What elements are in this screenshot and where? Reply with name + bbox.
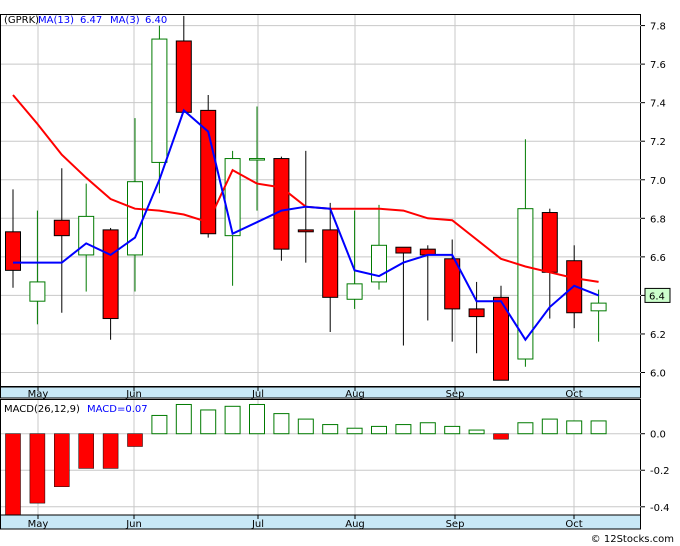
macd-bar-down bbox=[102, 433, 119, 469]
ma13-value: 6.47 bbox=[80, 15, 102, 26]
price-tick-label: 7.6 bbox=[650, 60, 666, 71]
macd-bar-up bbox=[200, 409, 217, 435]
price-tick-label: 6.2 bbox=[650, 330, 666, 341]
ma13-label: MA(13) bbox=[38, 15, 74, 26]
candle-body-down bbox=[5, 231, 21, 271]
macd-month-label: Jun bbox=[125, 519, 142, 530]
candle-body-down bbox=[53, 219, 70, 237]
macd-bar-up bbox=[541, 418, 558, 435]
ma3-label: MA(3) bbox=[110, 15, 140, 26]
macd-bar-up bbox=[590, 420, 607, 435]
macd-month-label: May bbox=[28, 519, 49, 530]
macd-bar-up bbox=[346, 427, 363, 435]
macd-bar-up bbox=[151, 414, 168, 435]
macd-tick-label: -0.4 bbox=[650, 503, 670, 514]
symbol-label: (GPRK) bbox=[4, 15, 39, 26]
price-frame bbox=[0, 14, 641, 387]
macd-month-label: Oct bbox=[565, 519, 582, 530]
candle-body-up bbox=[249, 158, 265, 161]
stock-chart: 6.06.26.46.66.87.07.27.47.67.86.4MayJunJ… bbox=[0, 0, 680, 546]
macd-month-axis bbox=[0, 514, 641, 530]
macd-bar-down bbox=[127, 433, 143, 447]
price-tick-label: 6.8 bbox=[650, 214, 666, 225]
candle-body-down bbox=[297, 229, 314, 233]
price-month-label: May bbox=[28, 389, 49, 400]
candle bbox=[493, 285, 509, 381]
price-tick-label: 7.4 bbox=[650, 99, 666, 110]
macd-bar-up bbox=[249, 403, 265, 435]
candle-body-up bbox=[127, 181, 143, 256]
candle-body-up bbox=[78, 215, 95, 256]
price-tick-label: 6.6 bbox=[650, 253, 666, 264]
candle bbox=[273, 156, 290, 261]
price-month-label: Jun bbox=[125, 389, 142, 400]
candle-body-down bbox=[273, 158, 290, 250]
chart-canvas: 6.06.26.46.66.87.07.27.47.67.86.4MayJunJ… bbox=[0, 14, 671, 530]
price-tick-label: 6.0 bbox=[650, 369, 666, 380]
macd-bar-down bbox=[54, 433, 70, 487]
price-month-axis bbox=[0, 386, 641, 399]
price-month-label: Jul bbox=[251, 389, 264, 400]
macd-bar-down bbox=[5, 433, 21, 517]
macd-bar-up bbox=[322, 424, 339, 435]
macd-tick-label: 0.0 bbox=[650, 430, 666, 441]
candle-body-down bbox=[322, 229, 339, 298]
macd-bar-up bbox=[224, 405, 241, 435]
price-month-label: Aug bbox=[345, 389, 365, 400]
macd-bar-up bbox=[175, 403, 192, 435]
candle-body-down bbox=[468, 308, 485, 318]
price-panel: 6.06.26.46.66.87.07.27.47.67.86.4MayJunJ… bbox=[0, 14, 671, 400]
macd-tick-label: -0.2 bbox=[650, 466, 670, 477]
candle-body-down bbox=[175, 40, 192, 113]
macd-bar-up bbox=[371, 425, 387, 435]
macd-frame bbox=[0, 399, 641, 516]
macd-value-label: MACD=0.07 bbox=[87, 404, 148, 415]
macd-bar-up bbox=[273, 413, 290, 435]
ma3-value: 6.40 bbox=[145, 15, 167, 26]
price-tick-label: 7.0 bbox=[650, 176, 666, 187]
candle-body-down bbox=[395, 246, 412, 254]
macd-bar-up bbox=[566, 420, 583, 435]
macd-bar-up bbox=[395, 424, 412, 435]
candle-body-up bbox=[590, 302, 607, 312]
credit-text: © 12Stocks.com bbox=[590, 534, 674, 545]
macd-bar-down bbox=[78, 433, 94, 469]
last-price-tag-label: 6.4 bbox=[649, 291, 665, 302]
macd-params-label: MACD(26,12,9) bbox=[4, 404, 80, 415]
candle-body-up bbox=[151, 38, 168, 163]
price-tick-label: 7.2 bbox=[650, 137, 666, 148]
price-tick-label: 7.8 bbox=[650, 22, 666, 33]
candle-body-up bbox=[29, 281, 46, 302]
macd-bar-down bbox=[493, 433, 509, 440]
price-month-label: Oct bbox=[565, 389, 582, 400]
price-month-label: Sep bbox=[446, 389, 465, 400]
macd-month-label: Sep bbox=[446, 519, 465, 530]
macd-bar-up bbox=[517, 422, 534, 435]
macd-bar-up bbox=[297, 418, 314, 435]
candle-body-down bbox=[200, 109, 217, 235]
candle-body-up bbox=[517, 208, 534, 360]
candle-body-down bbox=[541, 212, 558, 273]
macd-month-label: Jul bbox=[251, 519, 264, 530]
macd-header: MACD(26,12,9) MACD=0.07 bbox=[4, 404, 148, 415]
macd-panel: 0.0 -0.2 -0.4 May Jun Jul Aug Sep Oct bbox=[0, 399, 670, 530]
macd-bar-up bbox=[419, 422, 436, 435]
macd-bar-up bbox=[468, 429, 485, 435]
macd-bar-down bbox=[29, 433, 46, 504]
macd-month-label: Aug bbox=[345, 519, 365, 530]
candle bbox=[200, 94, 217, 238]
macd-bar-up bbox=[444, 425, 461, 435]
candle-body-down bbox=[102, 229, 119, 320]
candle-body-up bbox=[346, 283, 363, 300]
